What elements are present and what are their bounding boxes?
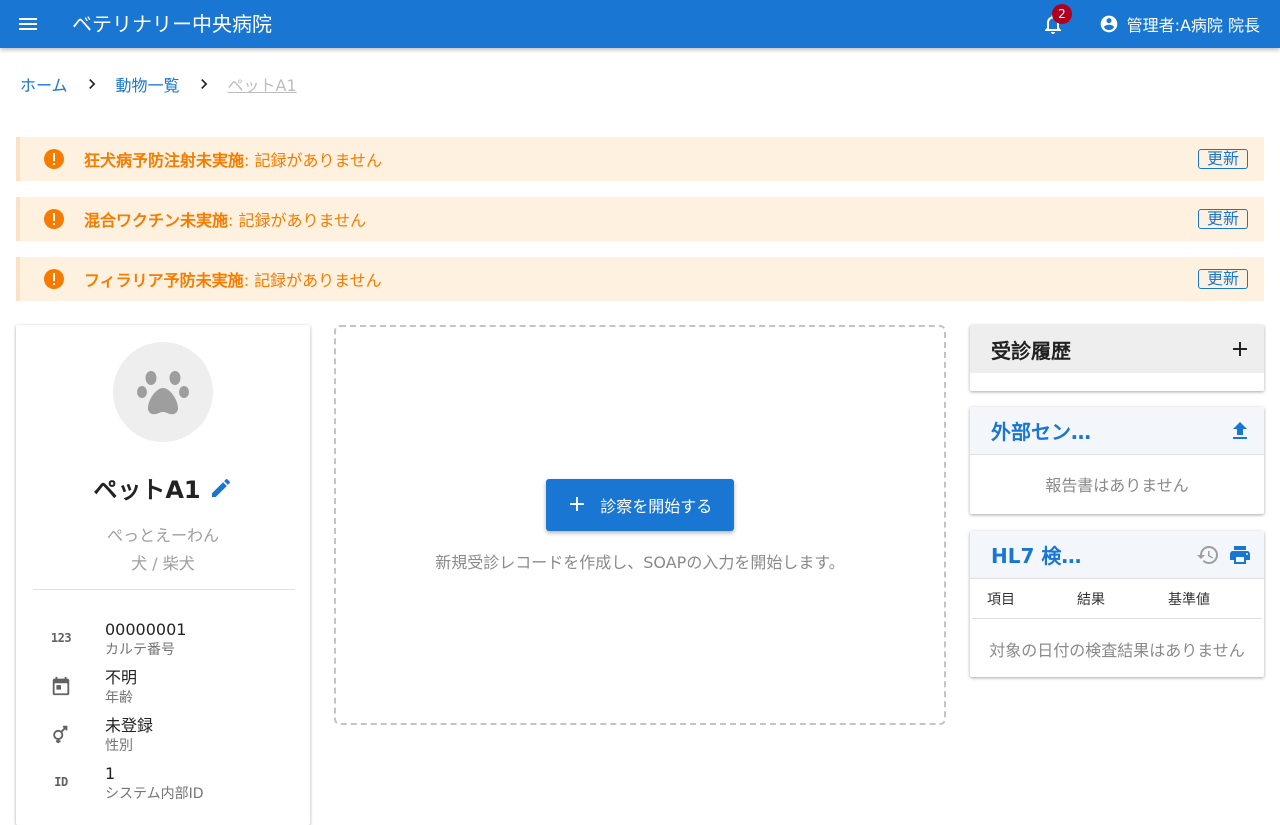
column-item: 項目 bbox=[987, 591, 1015, 608]
alert-combined-vaccine: 混合ワクチン未実施: 記録がありません 更新 bbox=[16, 197, 1264, 241]
warning-icon bbox=[44, 149, 64, 169]
hl7-results-card: HL7 検… 項目 結果 基準値 対象の日付の検査結果はありません bbox=[970, 531, 1264, 677]
info-age: 不明 年齢 bbox=[16, 668, 310, 712]
pet-name: ペットA1 bbox=[93, 476, 201, 504]
visit-history-title: 受診履歴 bbox=[991, 338, 1071, 363]
update-button[interactable]: 更新 bbox=[1197, 209, 1248, 229]
warning-icon bbox=[44, 209, 64, 229]
app-bar: ベテリナリー中央病院 2 管理者:A病院 院長 bbox=[0, 0, 1280, 48]
calendar-icon bbox=[49, 674, 73, 698]
plus-icon: + bbox=[567, 492, 587, 517]
info-internal-id: ID 1 システム内部ID bbox=[16, 764, 310, 808]
start-exam-hint: 新規受診レコードを作成し、SOAPの入力を開始します。 bbox=[435, 553, 845, 572]
alert-title: フィラリア予防未実施 bbox=[84, 271, 244, 290]
history-icon[interactable] bbox=[1196, 543, 1220, 567]
breadcrumb-animal-list[interactable]: 動物一覧 bbox=[116, 72, 180, 96]
notification-badge: 2 bbox=[1052, 4, 1072, 24]
divider bbox=[33, 589, 295, 590]
alert-filaria: フィラリア予防未実施: 記録がありません 更新 bbox=[16, 257, 1264, 301]
account-circle-icon bbox=[1100, 15, 1117, 33]
edit-icon[interactable] bbox=[209, 476, 233, 500]
print-icon[interactable] bbox=[1228, 543, 1252, 567]
chevron-right-icon bbox=[68, 74, 116, 94]
alert-message: : 記録がありません bbox=[244, 151, 383, 170]
paw-icon bbox=[137, 371, 189, 415]
menu-icon[interactable] bbox=[16, 12, 40, 36]
alert-rabies: 狂犬病予防注射未実施: 記録がありません 更新 bbox=[16, 137, 1264, 181]
update-button[interactable]: 更新 bbox=[1197, 149, 1248, 169]
pet-avatar bbox=[113, 342, 213, 442]
breadcrumb-home[interactable]: ホーム bbox=[20, 72, 68, 96]
user-name: 管理者:A病院 院長 bbox=[1126, 16, 1260, 35]
breadcrumb-current: ペットA1 bbox=[227, 76, 297, 95]
alert-message: : 記録がありません bbox=[228, 211, 367, 230]
alert-message: : 記録がありません bbox=[243, 271, 382, 290]
hl7-empty: 対象の日付の検査結果はありません bbox=[989, 641, 1245, 660]
app-title: ベテリナリー中央病院 bbox=[72, 12, 272, 36]
gender-icon bbox=[49, 722, 73, 746]
pet-profile-card: ペットA1 ぺっとえーわん 犬 / 柴犬 123 00000001 カルテ番号 … bbox=[16, 325, 310, 825]
info-chart-number: 123 00000001 カルテ番号 bbox=[50, 620, 187, 658]
hl7-table-header: 項目 結果 基準値 bbox=[972, 579, 1262, 619]
external-center-card: 外部セン… 報告書はありません bbox=[970, 407, 1264, 514]
start-exam-button[interactable]: + 診察を開始する bbox=[546, 479, 734, 531]
info-sex: 未登録 性別 bbox=[16, 716, 310, 760]
breadcrumb: ホーム 動物一覧 ペットA1 bbox=[20, 72, 297, 96]
numbers-icon: 123 bbox=[50, 631, 72, 645]
warning-icon bbox=[44, 269, 64, 289]
column-result: 結果 bbox=[1077, 591, 1105, 608]
external-center-title: 外部セン… bbox=[991, 420, 1091, 444]
id-icon: ID bbox=[54, 775, 68, 789]
upload-icon[interactable] bbox=[1228, 419, 1252, 443]
start-exam-panel: + 診察を開始する 新規受診レコードを作成し、SOAPの入力を開始します。 bbox=[334, 325, 946, 725]
pet-species-breed: 犬 / 柴犬 bbox=[131, 554, 195, 573]
alert-title: 混合ワクチン未実施 bbox=[84, 211, 229, 230]
hl7-title: HL7 検… bbox=[991, 544, 1082, 568]
visit-history-card: 受診履歴 bbox=[970, 325, 1264, 391]
alert-title: 狂犬病予防注射未実施 bbox=[84, 151, 245, 170]
update-button[interactable]: 更新 bbox=[1197, 269, 1248, 289]
column-reference: 基準値 bbox=[1168, 591, 1210, 608]
external-center-empty: 報告書はありません bbox=[1045, 476, 1189, 495]
pet-name-kana: ぺっとえーわん bbox=[106, 526, 219, 545]
user-menu[interactable]: 管理者:A病院 院長 bbox=[1099, 12, 1260, 36]
chevron-right-icon bbox=[180, 74, 228, 94]
add-icon[interactable] bbox=[1228, 337, 1252, 361]
